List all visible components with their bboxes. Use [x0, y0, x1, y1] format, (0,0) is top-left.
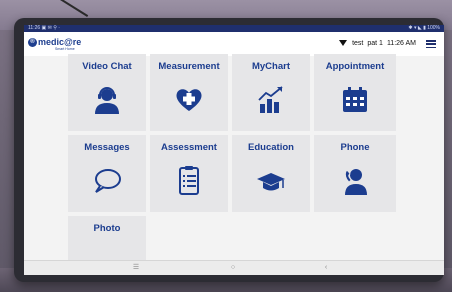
tile-photo[interactable]: Photo — [68, 216, 146, 261]
tile-label: Phone — [340, 142, 370, 153]
tile-label: Photo — [93, 223, 121, 234]
status-left-icons: 11:26 ▣ ✉ ⚲ · — [28, 25, 60, 31]
status-right-icons: ✱ ▾ ◣ ▮ 100% — [408, 25, 440, 31]
speech-bubble-icon — [95, 169, 121, 193]
clock-time: 11:26 AM — [386, 40, 416, 47]
recents-button[interactable]: ☰ — [132, 264, 140, 272]
logo-mark: ® — [28, 38, 37, 47]
home-button[interactable]: ○ — [229, 264, 237, 272]
tile-label: Assessment — [161, 142, 217, 153]
logo-text: medic@re — [38, 37, 82, 47]
tile-label: Measurement — [158, 61, 220, 72]
tile-mychart[interactable]: MyChart — [232, 54, 310, 131]
tile-measurement[interactable]: Measurement — [150, 54, 228, 131]
tablet-screen: 11:26 ▣ ✉ ⚲ · ✱ ▾ ◣ ▮ 100% ® medic@re Sm… — [24, 25, 444, 275]
tile-assessment[interactable]: Assessment — [150, 135, 228, 212]
graduation-cap-icon — [257, 173, 285, 191]
back-button[interactable]: ‹ — [322, 264, 330, 272]
heart-medical-cross-icon — [176, 89, 202, 111]
username: test — [352, 40, 364, 47]
tile-messages[interactable]: Messages — [68, 135, 146, 212]
tile-label: Education — [248, 142, 294, 153]
app-header: ® medic@re Smart Home test pat 1 11:26 AM — [24, 32, 444, 56]
tile-label: Appointment — [325, 61, 385, 72]
tile-label: Video Chat — [82, 61, 132, 72]
wifi-icon — [339, 40, 348, 47]
tile-appointment[interactable]: Appointment — [314, 54, 396, 131]
android-navigation-bar: ☰ ○ ‹ — [24, 260, 444, 275]
user-info: test pat 1 11:26 AM — [339, 40, 416, 47]
calendar-icon — [343, 87, 367, 112]
phone-call-person-icon — [345, 169, 367, 195]
tile-video-chat[interactable]: Video Chat — [68, 54, 146, 131]
tile-phone[interactable]: Phone — [314, 135, 396, 212]
hamburger-menu-icon[interactable] — [426, 40, 436, 49]
android-status-bar: 11:26 ▣ ✉ ⚲ · ✱ ▾ ◣ ▮ 100% — [24, 25, 444, 32]
bar-chart-trend-icon — [258, 86, 283, 113]
tile-education[interactable]: Education — [232, 135, 310, 212]
logo-subtitle: Smart Home — [55, 47, 75, 51]
tile-label: MyChart — [251, 61, 290, 72]
tile-label: Messages — [84, 142, 130, 153]
clipboard-checklist-icon — [179, 166, 199, 195]
video-chat-agent-icon — [95, 87, 119, 114]
patient-name: pat 1 — [367, 40, 383, 47]
